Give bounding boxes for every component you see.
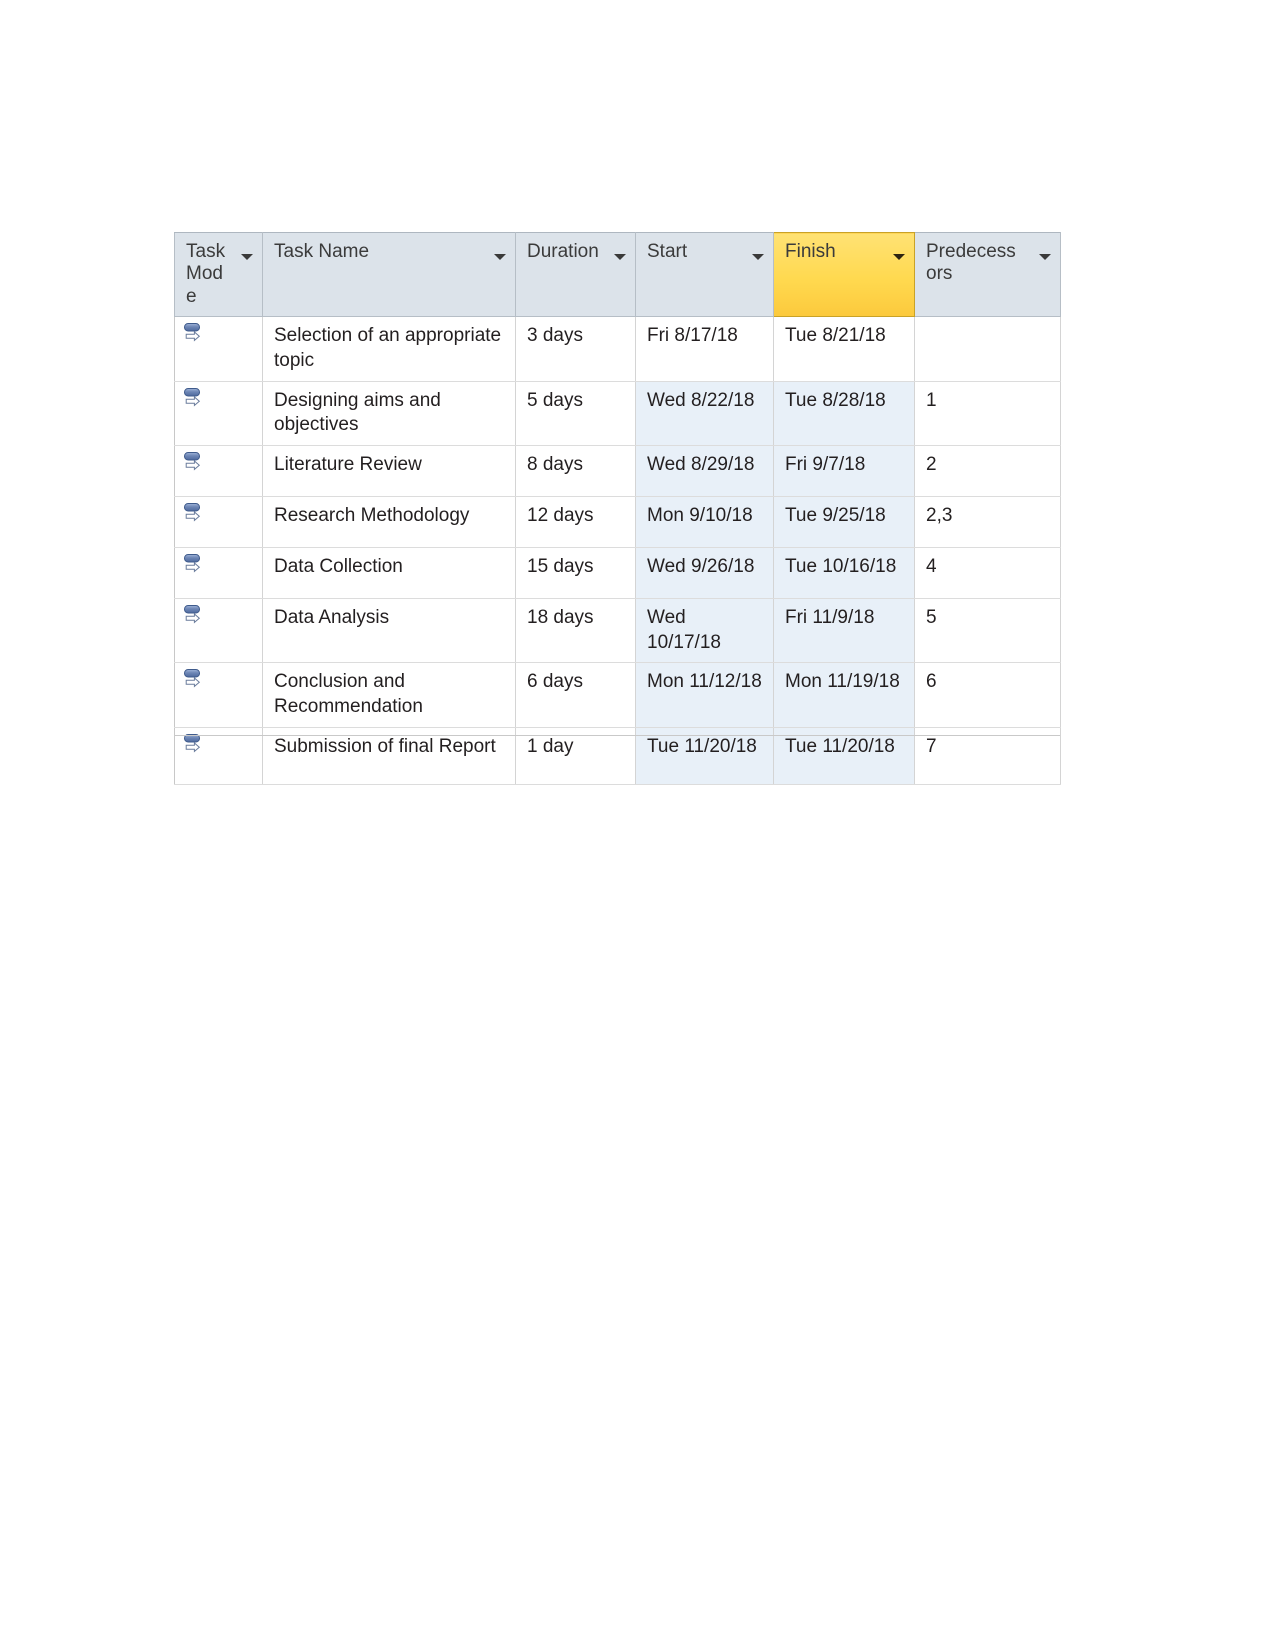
cell-start[interactable]: Mon 11/12/18 <box>635 662 774 728</box>
table-bottom-border <box>174 735 1060 736</box>
cell-predecessors[interactable]: 5 <box>914 598 1061 664</box>
cell-duration[interactable]: 12 days <box>515 496 636 548</box>
cell-finish[interactable]: Tue 9/25/18 <box>773 496 915 548</box>
table-row[interactable]: Data Analysis 18 days Wed 10/17/18 Fri 11/9… <box>174 598 1061 664</box>
column-header-label: Start <box>647 241 688 262</box>
cell-duration[interactable]: 3 days <box>515 316 636 382</box>
cell-task-name[interactable]: Data Collection <box>262 547 516 599</box>
cell-task-mode[interactable] <box>174 381 263 446</box>
auto-scheduled-icon <box>183 386 262 412</box>
column-header-label: Predecessors <box>926 241 1016 285</box>
cell-task-mode[interactable] <box>174 598 263 664</box>
cell-predecessors[interactable]: 6 <box>914 662 1061 728</box>
cell-task-mode[interactable] <box>174 547 263 599</box>
auto-scheduled-icon <box>183 321 262 347</box>
auto-scheduled-icon <box>183 501 262 527</box>
cell-start[interactable]: Wed 9/26/18 <box>635 547 774 599</box>
page-canvas: Task Mode Task Name Duration Start Finis… <box>0 0 1275 1651</box>
cell-finish[interactable]: Fri 11/9/18 <box>773 598 915 664</box>
cell-predecessors[interactable] <box>914 316 1061 382</box>
filter-dropdown-icon[interactable] <box>752 254 764 260</box>
cell-predecessors[interactable]: 2 <box>914 445 1061 497</box>
cell-duration[interactable]: 8 days <box>515 445 636 497</box>
cell-start[interactable]: Wed 10/17/18 <box>635 598 774 664</box>
cell-task-name[interactable]: Conclusion and Recommendation <box>262 662 516 728</box>
auto-scheduled-icon <box>183 450 262 476</box>
table-header-row: Task Mode Task Name Duration Start Finis… <box>174 231 1061 318</box>
auto-scheduled-icon <box>183 552 262 578</box>
column-header-label: Finish <box>785 241 836 262</box>
column-header-predecessors[interactable]: Predecessors <box>914 231 1061 318</box>
table-row[interactable]: Research Methodology 12 days Mon 9/10/18 Tu… <box>174 496 1061 548</box>
table-row[interactable]: Literature Review 8 days Wed 8/29/18 Fri 9/… <box>174 445 1061 497</box>
column-header-task-name[interactable]: Task Name <box>262 231 516 318</box>
column-header-duration[interactable]: Duration <box>515 231 636 318</box>
cell-task-name[interactable]: Selection of an appropriate topic <box>262 316 516 382</box>
cell-task-name[interactable]: Data Analysis <box>262 598 516 664</box>
filter-dropdown-icon[interactable] <box>1039 254 1051 260</box>
cell-task-mode[interactable] <box>174 662 263 728</box>
auto-scheduled-icon <box>183 667 262 693</box>
cell-predecessors[interactable]: 4 <box>914 547 1061 599</box>
filter-dropdown-icon[interactable] <box>494 254 506 260</box>
cell-task-name[interactable]: Research Methodology <box>262 496 516 548</box>
table-row[interactable]: Conclusion and Recommendation 6 days Mon 1… <box>174 662 1061 728</box>
table-body: Selection of an appropriate topic 3 days F… <box>174 316 1061 785</box>
table-row[interactable]: Designing aims and objectives 5 days Wed 8… <box>174 381 1061 446</box>
cell-duration[interactable]: 15 days <box>515 547 636 599</box>
column-header-start[interactable]: Start <box>635 231 774 318</box>
cell-start[interactable]: Wed 8/22/18 <box>635 381 774 446</box>
cell-duration[interactable]: 18 days <box>515 598 636 664</box>
table-row[interactable]: Selection of an appropriate topic 3 days F… <box>174 316 1061 382</box>
cell-start[interactable]: Mon 9/10/18 <box>635 496 774 548</box>
cell-finish[interactable]: Tue 10/16/18 <box>773 547 915 599</box>
cell-task-name[interactable]: Literature Review <box>262 445 516 497</box>
cell-finish[interactable]: Fri 9/7/18 <box>773 445 915 497</box>
cell-task-mode[interactable] <box>174 316 263 382</box>
column-header-finish[interactable]: Finish <box>773 231 915 318</box>
auto-scheduled-icon <box>183 603 262 629</box>
cell-predecessors[interactable]: 2,3 <box>914 496 1061 548</box>
filter-dropdown-icon[interactable] <box>614 254 626 260</box>
cell-finish[interactable]: Tue 8/21/18 <box>773 316 915 382</box>
cell-duration[interactable]: 5 days <box>515 381 636 446</box>
cell-predecessors[interactable]: 1 <box>914 381 1061 446</box>
cell-task-name[interactable]: Designing aims and objectives <box>262 381 516 446</box>
cell-start[interactable]: Wed 8/29/18 <box>635 445 774 497</box>
column-header-label: Task Mode <box>186 241 226 307</box>
filter-dropdown-icon[interactable] <box>241 254 253 260</box>
cell-task-mode[interactable] <box>174 496 263 548</box>
table-row[interactable]: Data Collection 15 days Wed 9/26/18 Tue 10/… <box>174 547 1061 599</box>
project-task-table: Task Mode Task Name Duration Start Finis… <box>174 231 1061 785</box>
column-header-label: Duration <box>527 241 599 262</box>
cell-duration[interactable]: 6 days <box>515 662 636 728</box>
filter-dropdown-icon[interactable] <box>893 254 905 260</box>
cell-start[interactable]: Fri 8/17/18 <box>635 316 774 382</box>
cell-task-mode[interactable] <box>174 445 263 497</box>
cell-finish[interactable]: Mon 11/19/18 <box>773 662 915 728</box>
cell-finish[interactable]: Tue 8/28/18 <box>773 381 915 446</box>
column-header-task-mode[interactable]: Task Mode <box>174 231 263 318</box>
column-header-label: Task Name <box>274 241 370 262</box>
